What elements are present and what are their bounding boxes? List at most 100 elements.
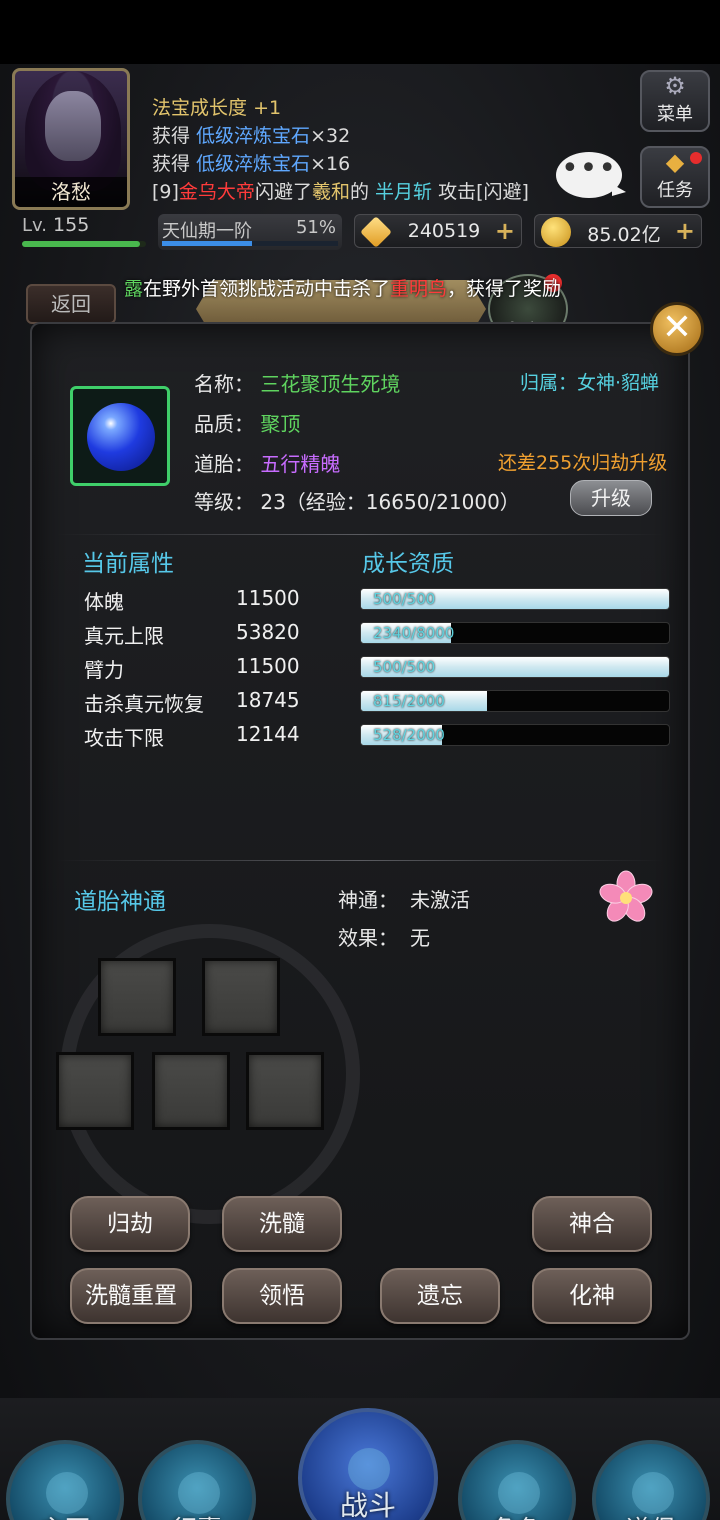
skill-title: 道胎神通 xyxy=(74,889,166,915)
marquee-player: 露 xyxy=(124,278,144,300)
feed-line: 法宝成长度 +1 xyxy=(152,94,572,122)
xisui-reset-button[interactable]: 洗髓重置 xyxy=(70,1268,192,1324)
notification-dot xyxy=(690,152,702,164)
close-button[interactable]: ✕ xyxy=(650,302,704,356)
chat-bubble-icon[interactable]: ••• xyxy=(556,152,626,198)
huashen-button[interactable]: 化神 xyxy=(532,1268,652,1324)
name-label: 名称： xyxy=(194,372,254,396)
status-bar xyxy=(0,0,720,64)
skill-slot[interactable] xyxy=(202,958,280,1036)
yiwang-button[interactable]: 遗忘 xyxy=(380,1268,500,1324)
attr-value: 12144 xyxy=(236,722,300,746)
realm-percent: 51% xyxy=(295,217,336,238)
feed-line: [9]金乌大帝闪避了羲和的 半月斩 攻击[闪避] xyxy=(152,178,572,206)
item-embryo: 五行精魄 xyxy=(260,452,341,476)
nav-role-label: 角色 xyxy=(462,1510,572,1520)
skill-slot[interactable] xyxy=(246,1052,324,1130)
player-avatar[interactable]: 洛愁 xyxy=(12,68,130,210)
feed-text: 获得 xyxy=(152,153,197,175)
attr-name: 臂力 xyxy=(84,658,124,682)
gold-coin-icon xyxy=(541,217,571,247)
growth-bar: 500/500 xyxy=(360,656,670,678)
flower-icon[interactable] xyxy=(598,870,654,926)
item-name-row: 名称： 三花聚顶生死境 xyxy=(194,368,400,397)
growth-bar: 528/2000 xyxy=(360,724,670,746)
quality-label: 品质： xyxy=(194,412,254,436)
nav-bag-label: 行囊 xyxy=(142,1510,252,1520)
realm-bar-fill xyxy=(162,241,252,246)
avatar-face xyxy=(45,91,101,161)
task-button[interactable]: ◆ 任务 xyxy=(640,146,710,208)
attr-value: 18745 xyxy=(236,688,300,712)
upgrade-button[interactable]: 升级 xyxy=(570,480,652,516)
exp-bar xyxy=(22,241,146,247)
marquee-boss: 重明鸟 xyxy=(390,278,448,300)
lingwu-button[interactable]: 领悟 xyxy=(222,1268,342,1324)
partner-icon xyxy=(632,1472,674,1514)
gem-currency: 240519 + xyxy=(354,214,522,248)
realm-display: 天仙期一阶 51% xyxy=(158,214,342,250)
feed-count: ×16 xyxy=(310,153,351,175)
gold-amount: 85.02亿 xyxy=(587,224,661,246)
feed-item: 低级淬炼宝石 xyxy=(196,125,311,147)
embryo-label: 道胎： xyxy=(194,452,254,476)
feed-count: ×32 xyxy=(310,125,351,147)
marquee-text: ，获得了奖励 xyxy=(447,278,562,300)
feed-line: 获得 低级淬炼宝石×16 xyxy=(152,150,572,178)
item-quality: 聚顶 xyxy=(260,412,301,436)
growth-value: 815/2000 xyxy=(373,692,445,710)
feed-text: 攻击[闪避] xyxy=(432,181,529,203)
gem-icon xyxy=(360,216,392,248)
attr-value: 11500 xyxy=(236,586,300,610)
feed-text: 法宝成长度 xyxy=(152,97,248,119)
item-grade-row: 等级： 23（经验：16650/21000） xyxy=(194,486,520,515)
skill-slot[interactable] xyxy=(152,1052,230,1130)
menu-button[interactable]: ⚙ 菜单 xyxy=(640,70,710,132)
divider xyxy=(56,534,664,535)
item-icon-frame[interactable] xyxy=(70,386,170,486)
nav-fight-label: 战斗 xyxy=(339,1489,396,1520)
skill-slot[interactable] xyxy=(56,1052,134,1130)
growth-bar: 500/500 xyxy=(360,588,670,610)
add-gem-button[interactable]: + xyxy=(495,219,515,243)
grade-label: 等级： xyxy=(194,490,254,514)
growth-value: 528/2000 xyxy=(373,726,445,744)
growth-bar: 2340/8000 xyxy=(360,622,670,644)
role-icon xyxy=(498,1472,540,1514)
feed-text: 获得 xyxy=(152,125,197,147)
realm-name: 天仙期一阶 xyxy=(162,221,252,242)
attr-value: 53820 xyxy=(236,620,300,644)
gold-currency: 85.02亿 + xyxy=(534,214,702,248)
xisui-button[interactable]: 洗髓 xyxy=(222,1196,342,1252)
bag-icon xyxy=(178,1472,220,1514)
attr-name: 攻击下限 xyxy=(84,726,164,750)
item-grade: 23（经验：16650/21000） xyxy=(260,490,520,514)
growth-value: 500/500 xyxy=(373,590,436,608)
item-owner: 归属：女神·貂蝉 xyxy=(520,372,660,394)
feed-line: 获得 低级淬炼宝石×32 xyxy=(152,122,572,150)
skill-label: 神通： xyxy=(338,888,398,912)
item-quality-row: 品质： 聚顶 xyxy=(194,408,300,437)
feed-skill: 半月斩 xyxy=(375,181,433,203)
back-button[interactable]: 返回 xyxy=(26,284,116,324)
growth-title: 成长资质 xyxy=(362,551,454,577)
growth-value: 2340/8000 xyxy=(373,624,455,642)
growth-bar: 815/2000 xyxy=(360,690,670,712)
add-gold-button[interactable]: + xyxy=(675,219,695,243)
guijie-button[interactable]: 归劫 xyxy=(70,1196,190,1252)
nav-home-label: 主页 xyxy=(10,1510,120,1520)
skill-slot[interactable] xyxy=(98,958,176,1036)
shenhe-button[interactable]: 神合 xyxy=(532,1196,652,1252)
realm-bar xyxy=(162,241,338,246)
feed-name: 羲和 xyxy=(311,181,350,203)
feed-item: 低级淬炼宝石 xyxy=(196,153,311,175)
menu-label: 菜单 xyxy=(657,104,693,125)
game-screen: 洛愁 法宝成长度 +1 获得 低级淬炼宝石×32 获得 低级淬炼宝石×16 [9… xyxy=(0,64,720,1520)
attr-value: 11500 xyxy=(236,654,300,678)
marquee-text: 在野外首领挑战活动中击杀了 xyxy=(143,278,391,300)
effect-label: 效果： xyxy=(338,926,398,950)
item-name: 三花聚顶生死境 xyxy=(260,372,401,396)
home-icon xyxy=(46,1472,88,1514)
feed-boss: 金乌大帝 xyxy=(178,181,255,203)
feed-text: [9] xyxy=(152,181,179,203)
